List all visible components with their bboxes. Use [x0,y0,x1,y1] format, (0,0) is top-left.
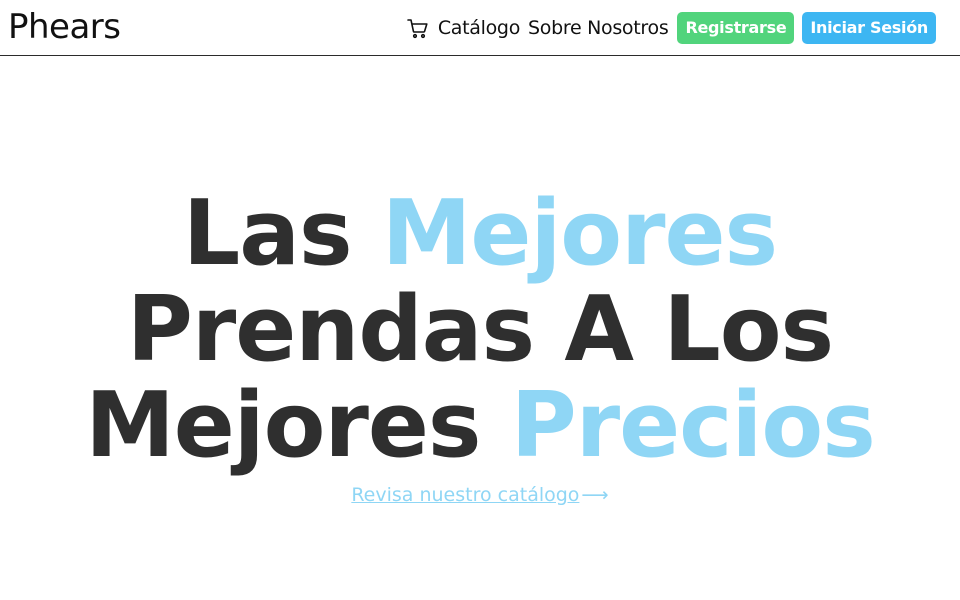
hero-text-las: Las [182,181,382,286]
hero-line-3: Mejores Precios [0,378,960,474]
hero-accent-precios: Precios [510,373,876,478]
register-button[interactable]: Registrarse [677,12,795,44]
about-link[interactable]: Sobre Nosotros [528,17,669,39]
hero-line-2: Prendas A Los [126,277,834,382]
nav-menu: Catálogo Sobre Nosotros Registrarse Inic… [406,12,936,44]
catalog-cta-link[interactable]: Revisa nuestro catálogo [351,484,579,506]
hero-text-mejores: Mejores [85,373,511,478]
navbar: Phears Catálogo Sobre Nosotros Registrar… [0,0,960,56]
hero-line-1: Las Mejores [0,186,960,282]
hero-accent-mejores: Mejores [381,181,778,286]
shopping-cart-icon [406,16,430,40]
catalog-cta: Revisa nuestro catálogo ⟶ [0,481,960,509]
brand-logo[interactable]: Phears [8,5,121,49]
catalog-link[interactable]: Catálogo [406,16,520,40]
login-button[interactable]: Iniciar Sesión [802,12,936,44]
catalog-link-label: Catálogo [437,17,521,39]
arrow-right-icon[interactable]: ⟶ [581,484,608,506]
hero-heading: Las Mejores Prendas A Los Mejores Precio… [0,186,960,474]
